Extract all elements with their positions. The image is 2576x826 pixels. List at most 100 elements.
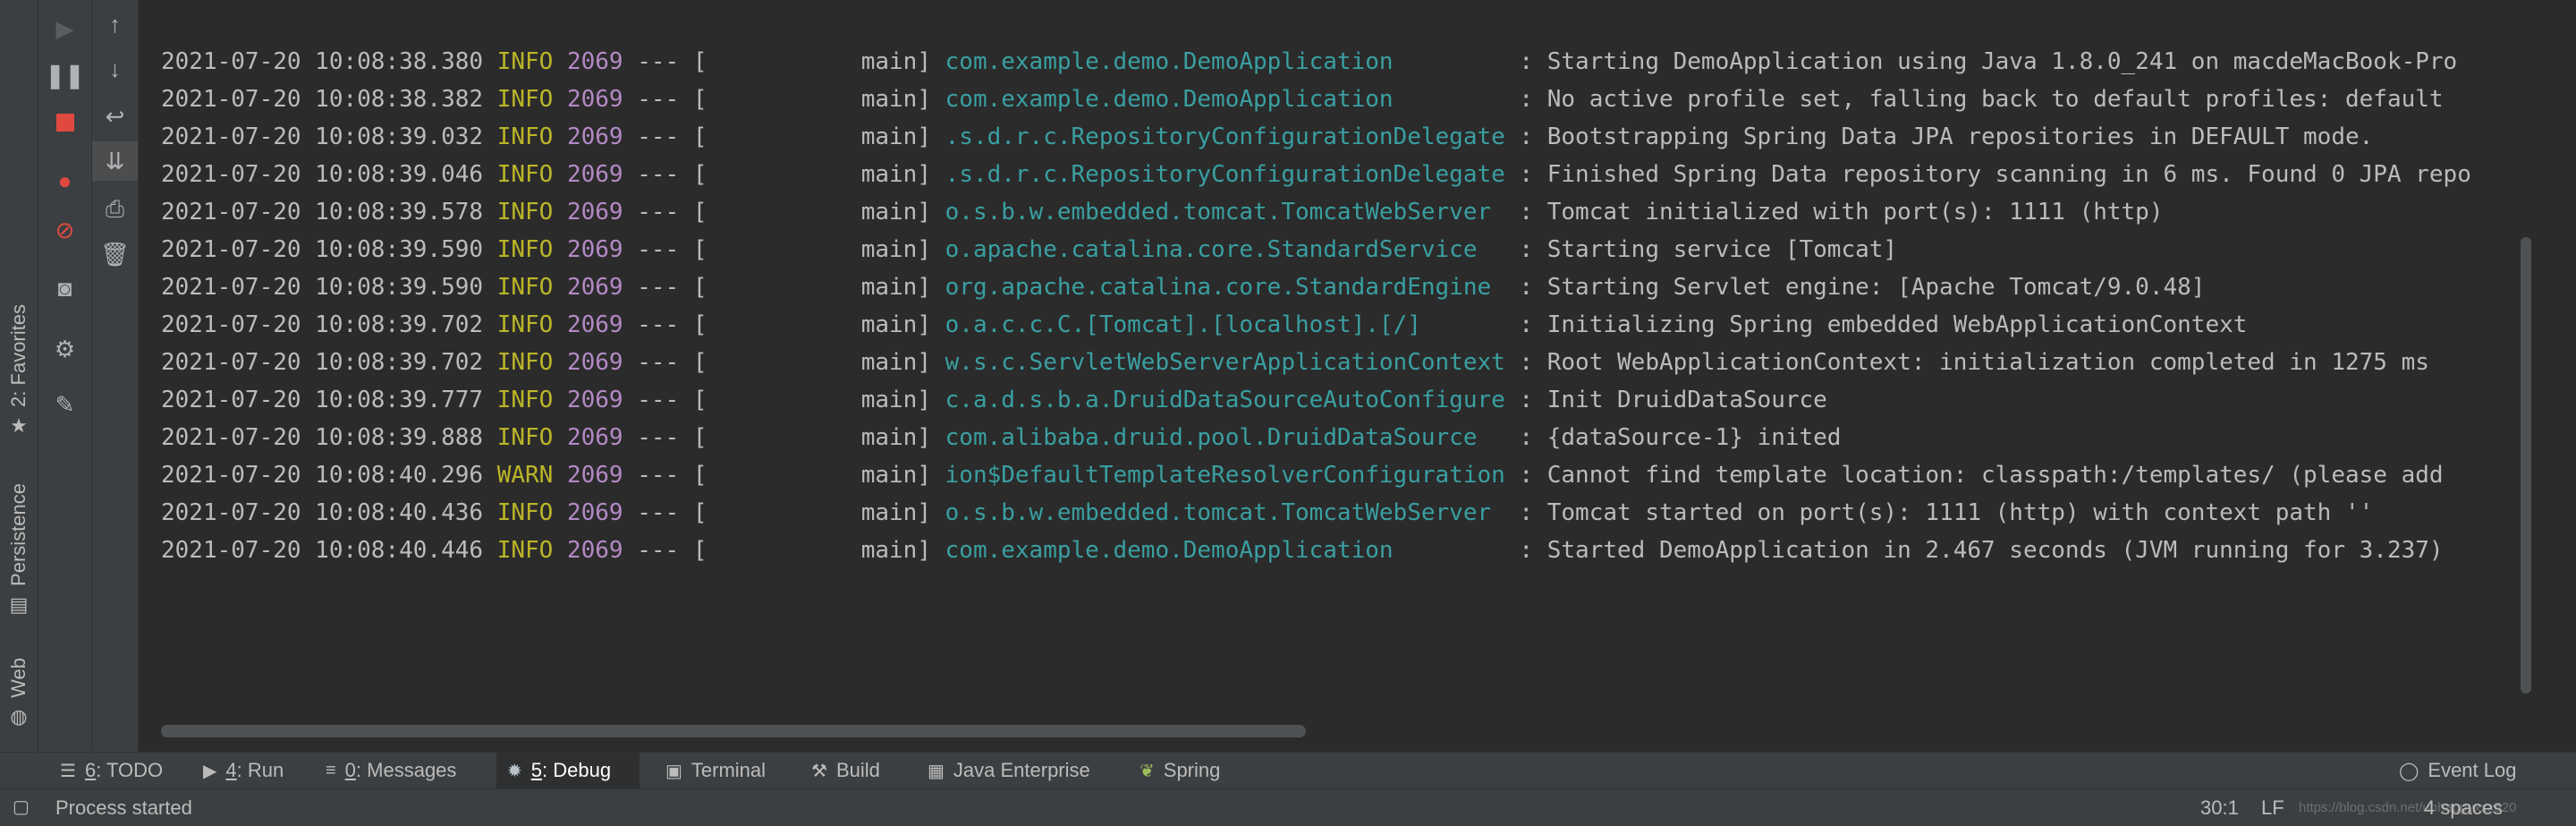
log-message: : Cannot find template location: classpa… (1504, 462, 2444, 489)
log-pid: 2069 (566, 499, 623, 526)
horizontal-scrollbar-thumb[interactable] (161, 725, 1306, 737)
tab-build[interactable]: ⚒ Build (801, 753, 891, 788)
tab-debug-mnemonic: 5 (530, 759, 543, 781)
log-level: INFO (496, 123, 554, 150)
log-line: 2021-07-20 10:08:38.382 INFO 2069 --- [ … (161, 81, 2444, 118)
down-arrow-icon: ↓ (109, 55, 121, 82)
tab-run[interactable]: ▶ 4: Run (192, 753, 294, 788)
log-line: 2021-07-20 10:08:39.888 INFO 2069 --- [ … (161, 419, 1841, 456)
down-stack-button[interactable]: ↓ (92, 49, 138, 89)
log-message: : Starting DemoApplication using Java 1.… (1504, 48, 2458, 75)
clear-all-button[interactable]: 🗑 (92, 234, 138, 274)
log-pid: 2069 (566, 349, 623, 376)
tab-spring-label: Spring (1163, 759, 1221, 781)
log-logger: o.s.b.w.embedded.tomcat.TomcatWebServer (945, 499, 1505, 526)
left-tool-strip: 2: Favorites ★ Persistence ▤ Web ◍ (0, 0, 38, 752)
pin-button[interactable]: ✎ (38, 385, 91, 424)
camera-button[interactable]: ◙ (38, 268, 91, 308)
log-separator: --- (637, 274, 680, 301)
tab-java-enterprise[interactable]: ▦ Java Enterprise (917, 753, 1101, 788)
log-message: : Bootstrapping Spring Data JPA reposito… (1504, 123, 2374, 150)
camera-icon: ◙ (57, 274, 72, 302)
log-level: INFO (496, 311, 554, 338)
line-separator[interactable]: LF (2261, 789, 2284, 826)
log-message: : Starting Servlet engine: [Apache Tomca… (1504, 274, 2206, 301)
log-level: INFO (496, 537, 554, 564)
log-timestamp: 2021-07-20 10:08:39.046 (161, 161, 484, 188)
log-pid: 2069 (566, 199, 623, 226)
log-logger: com.example.demo.DemoApplication (945, 48, 1505, 75)
log-line: 2021-07-20 10:08:40.446 INFO 2069 --- [ … (161, 532, 2444, 569)
log-line: 2021-07-20 10:08:40.296 WARN 2069 --- [ … (161, 456, 2444, 494)
console-toolbar: ↑ ↓ ↩ ⇊ ⎙ 🗑 (92, 0, 139, 752)
log-thread: [ main] (692, 161, 931, 188)
indent-setting[interactable]: 4 spaces (2424, 789, 2503, 826)
scroll-to-end-button[interactable]: ⇊ (92, 141, 138, 181)
up-arrow-icon: ↑ (109, 10, 121, 38)
event-log-button[interactable]: ◯ Event Log (2388, 753, 2527, 788)
tab-terminal[interactable]: ▣ Terminal (655, 753, 776, 788)
pause-button[interactable]: ❚❚ (38, 55, 91, 95)
log-separator: --- (637, 86, 680, 113)
persistence-tab[interactable]: Persistence ▤ (0, 483, 38, 617)
vertical-scrollbar-thumb[interactable] (2521, 237, 2531, 694)
tab-spring[interactable]: ❦ Spring (1129, 753, 1231, 788)
log-line: 2021-07-20 10:08:38.380 INFO 2069 --- [ … (161, 43, 2457, 81)
web-tab[interactable]: Web ◍ (0, 658, 38, 728)
log-separator: --- (637, 199, 680, 226)
log-thread: [ main] (692, 537, 931, 564)
debug-toolbar: ▶ ❚❚ ● ⊘ ◙ ⚙ ✎ (38, 0, 92, 752)
log-level: INFO (496, 48, 554, 75)
tab-build-label: Build (835, 759, 880, 781)
log-level: INFO (496, 236, 554, 263)
tab-terminal-label: Terminal (691, 759, 767, 781)
settings-button[interactable]: ⚙ (38, 329, 91, 369)
log-pid: 2069 (566, 387, 623, 413)
log-level: INFO (496, 86, 554, 113)
log-timestamp: 2021-07-20 10:08:38.382 (161, 86, 484, 113)
log-line: 2021-07-20 10:08:39.777 INFO 2069 --- [ … (161, 381, 1827, 419)
hammer-icon: ⚒ (811, 761, 827, 781)
stop-button[interactable] (38, 103, 91, 142)
log-line: 2021-07-20 10:08:39.032 INFO 2069 --- [ … (161, 118, 2373, 156)
tab-debug[interactable]: ✹ 5: Debug (496, 753, 640, 788)
mute-breakpoints-icon: ⊘ (55, 216, 75, 243)
pause-icon: ❚❚ (45, 61, 85, 89)
log-thread: [ main] (692, 199, 931, 226)
terminal-icon: ▣ (665, 761, 682, 781)
log-message: : Started DemoApplication in 2.467 secon… (1504, 537, 2444, 564)
log-level: INFO (496, 349, 554, 376)
log-message: : Initializing Spring embedded WebApplic… (1504, 311, 2248, 338)
log-pid: 2069 (566, 311, 623, 338)
console-output[interactable]: 2021-07-20 10:08:38.380 INFO 2069 --- [ … (139, 0, 2513, 723)
tab-messages[interactable]: ≡ 0: Messages (315, 753, 467, 788)
log-logger: .s.d.r.c.RepositoryConfigurationDelegate (945, 161, 1505, 188)
log-thread: [ main] (692, 236, 931, 263)
favorites-tab[interactable]: 2: Favorites ★ (0, 304, 38, 438)
log-logger: o.a.c.c.C.[Tomcat].[localhost].[/] (945, 311, 1505, 338)
print-button[interactable]: ⎙ (92, 190, 138, 229)
log-logger: .s.d.r.c.RepositoryConfigurationDelegate (945, 123, 1505, 150)
log-timestamp: 2021-07-20 10:08:40.296 (161, 462, 484, 489)
soft-wrap-button[interactable]: ↩ (92, 97, 138, 136)
tab-todo[interactable]: ☰ 6: TODO (49, 753, 174, 788)
resume-button[interactable]: ▶ (38, 9, 91, 48)
soft-wrap-icon: ↩ (105, 102, 125, 130)
log-separator: --- (637, 387, 680, 413)
mute-breakpoints-button[interactable]: ⊘ (38, 210, 91, 250)
event-log-icon: ◯ (2399, 761, 2419, 781)
log-separator: --- (637, 349, 680, 376)
log-message: : Root WebApplicationContext: initializa… (1504, 349, 2429, 376)
log-pid: 2069 (566, 462, 623, 489)
up-stack-button[interactable]: ↑ (92, 4, 138, 44)
log-pid: 2069 (566, 86, 623, 113)
log-line: 2021-07-20 10:08:39.590 INFO 2069 --- [ … (161, 231, 1897, 268)
toggle-tool-windows-icon[interactable]: ▢ (13, 789, 30, 826)
log-separator: --- (637, 311, 680, 338)
log-message: : Tomcat started on port(s): 1111 (http)… (1504, 499, 2374, 526)
play-icon: ▶ (203, 761, 217, 781)
scroll-to-end-icon: ⇊ (105, 147, 125, 175)
view-breakpoints-button[interactable]: ● (38, 161, 91, 200)
caret-position[interactable]: 30:1 (2200, 789, 2239, 826)
log-logger: w.s.c.ServletWebServerApplicationContext (945, 349, 1505, 376)
